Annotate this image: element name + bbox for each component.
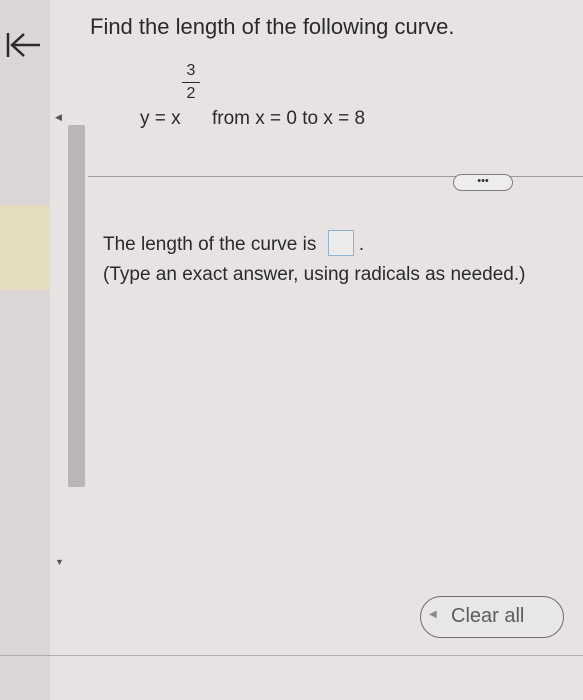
more-button[interactable]: ••• [453,174,513,191]
equation-range: from x = 0 to x = 8 [212,108,366,129]
left-panel [0,0,50,700]
scroll-up-arrow-icon[interactable]: ◀ [55,112,62,123]
exponent-fraction: 3 2 [181,62,201,103]
clear-icon: ◀ [429,609,437,620]
scroll-track[interactable]: ◀ ▼ [55,112,67,567]
clear-all-button[interactable]: ◀ Clear all [420,596,564,638]
answer-hint: (Type an exact answer, using radicals as… [103,264,526,285]
scroll-down-arrow-icon[interactable]: ▼ [55,557,64,567]
back-button[interactable] [2,30,46,60]
bottom-edge [0,655,583,656]
answer-prompt: The length of the curve is [103,234,317,255]
answer-row: The length of the curve is . [103,230,364,256]
answer-input[interactable] [327,230,354,256]
scrollbar-thumb[interactable] [68,125,85,487]
clear-all-label: Clear all [451,605,525,627]
fraction-bar [182,82,200,83]
left-panel-highlight [0,205,50,290]
exponent-denominator: 2 [186,85,196,102]
question-text: Find the length of the following curve. [90,14,455,39]
back-arrow-icon [6,33,40,57]
answer-period: . [358,234,365,255]
equation-lhs: y = x [140,108,181,129]
exponent-numerator: 3 [186,62,196,79]
